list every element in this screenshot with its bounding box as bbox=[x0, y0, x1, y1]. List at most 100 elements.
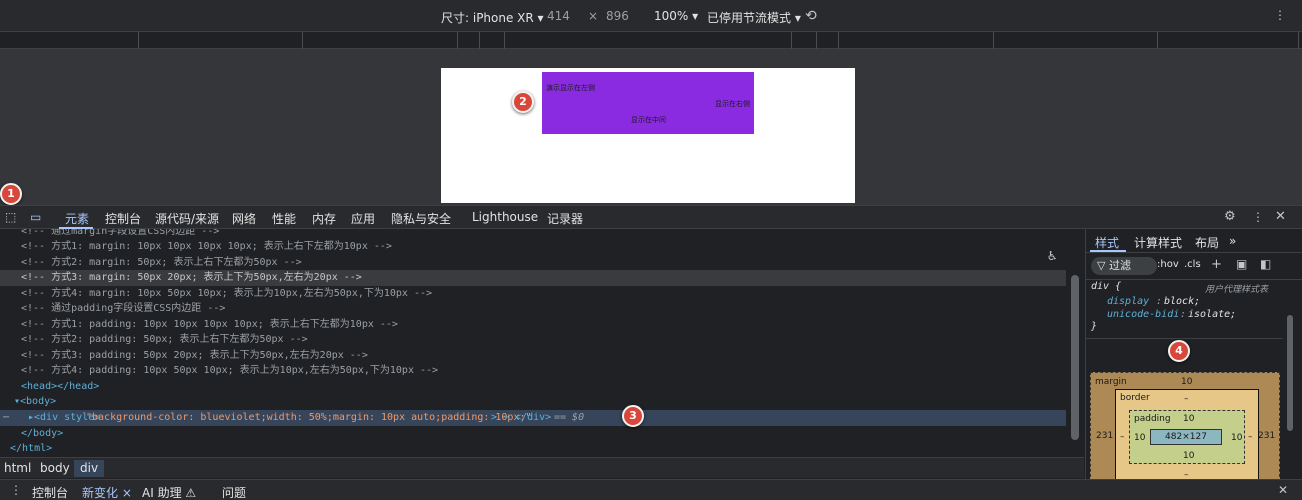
padding-left-value[interactable]: 10 bbox=[1134, 433, 1145, 443]
code-comment[interactable]: <!-- 通过padding字段设置CSS内边距 --> bbox=[21, 301, 225, 317]
code-comment[interactable]: <!-- 方式4: padding: 10px 50px 10px; 表示上为1… bbox=[21, 363, 438, 379]
divider bbox=[1086, 338, 1283, 339]
settings-gear-icon[interactable]: ⚙ bbox=[1224, 209, 1236, 224]
sidebar-toggle-icon[interactable]: ◧ bbox=[1260, 257, 1271, 271]
prop-unicode-bidi-value[interactable]: isolate; bbox=[1188, 309, 1236, 320]
tab-application[interactable]: 应用 bbox=[351, 210, 375, 227]
inspect-element-icon[interactable]: ⬚ bbox=[5, 210, 16, 224]
box-model-margin[interactable]: margin 10 231 231 border – – – – padding… bbox=[1090, 372, 1280, 479]
code-comment[interactable]: <!-- 方式2: margin: 50px; 表示上右下左都为50px --> bbox=[21, 255, 302, 271]
media-query-bar[interactable] bbox=[0, 32, 1302, 49]
media-segment[interactable] bbox=[504, 32, 505, 49]
device-dimensions-dropdown[interactable]: 尺寸: iPhone XR ▾ bbox=[441, 9, 544, 26]
breadcrumb-div[interactable]: div bbox=[74, 460, 105, 477]
cls-toggle[interactable]: .cls bbox=[1184, 259, 1201, 270]
ellipsis-icon[interactable]: ⋯ bbox=[3, 410, 9, 426]
box-model-padding[interactable]: padding 10 10 10 10 482×127 bbox=[1129, 410, 1245, 464]
drawer-close-icon[interactable]: ✕ bbox=[1278, 483, 1288, 497]
body-node[interactable]: ▾<body> bbox=[14, 394, 56, 410]
tab-more[interactable]: » bbox=[1229, 234, 1236, 248]
tab-styles[interactable]: 样式 bbox=[1095, 234, 1119, 251]
tab-memory[interactable]: 内存 bbox=[312, 210, 336, 227]
colon: : bbox=[1180, 309, 1187, 320]
tab-sources[interactable]: 源代码/来源 bbox=[155, 210, 219, 227]
tab-network[interactable]: 网络 bbox=[232, 210, 256, 227]
tab-elements[interactable]: 元素 bbox=[65, 210, 89, 227]
paint-icon[interactable]: ▣ bbox=[1236, 257, 1247, 271]
breadcrumb-body[interactable]: body bbox=[40, 461, 70, 475]
html-close[interactable]: </html> bbox=[10, 441, 52, 457]
prop-display-value[interactable]: block; bbox=[1164, 296, 1200, 307]
hov-toggle[interactable]: :hov bbox=[1157, 259, 1179, 270]
prop-display-name[interactable]: display bbox=[1107, 296, 1149, 307]
breadcrumb-html[interactable]: html bbox=[4, 461, 31, 475]
media-segment[interactable] bbox=[479, 32, 480, 49]
padding-bottom-value[interactable]: 10 bbox=[1183, 451, 1194, 461]
center-text: 显示在中间 bbox=[631, 116, 666, 124]
media-segment[interactable] bbox=[302, 32, 303, 49]
badge-2: 2 bbox=[512, 91, 534, 113]
styles-pane: 样式 计算样式 布局 » ▽ 过滤 :hov .cls + ▣ ◧ div { … bbox=[1085, 229, 1302, 479]
media-segment[interactable] bbox=[457, 32, 458, 49]
media-segment[interactable] bbox=[791, 32, 792, 49]
device-toggle-icon[interactable]: ▭ bbox=[30, 210, 41, 224]
code-comment[interactable]: <!-- 方式1: padding: 10px 10px 10px 10px; … bbox=[21, 317, 398, 333]
code-comment[interactable]: <!-- 方式3: margin: 50px 20px; 表示上下为50px,左… bbox=[21, 270, 362, 286]
tab-recorder[interactable]: 记录器 bbox=[547, 210, 583, 227]
accessibility-icon[interactable]: ♿ bbox=[1048, 248, 1056, 264]
media-segment[interactable] bbox=[816, 32, 817, 49]
add-rule-icon[interactable]: + bbox=[1211, 257, 1222, 272]
code-comment[interactable]: <!-- 方式3: padding: 50px 20px; 表示上下为50px,… bbox=[21, 348, 368, 364]
more-menu-icon[interactable]: ⋮ bbox=[1252, 210, 1264, 224]
border-top-value[interactable]: – bbox=[1184, 394, 1189, 404]
border-left-value[interactable]: – bbox=[1120, 432, 1125, 442]
margin-right-value[interactable]: 231 bbox=[1258, 431, 1275, 441]
more-options-icon[interactable]: ⋮ bbox=[1274, 8, 1286, 22]
tab-lighthouse[interactable]: Lighthouse bbox=[472, 210, 538, 224]
code-comment[interactable]: <!-- 方式4: margin: 10px 50px 10px; 表示上为10… bbox=[21, 286, 432, 302]
body-close[interactable]: </body> bbox=[21, 426, 63, 442]
media-segment[interactable] bbox=[1157, 32, 1158, 49]
tab-computed[interactable]: 计算样式 bbox=[1134, 234, 1182, 251]
throttle-dropdown[interactable]: 已停用节流模式 ▾ bbox=[707, 9, 801, 26]
tab-privacy-security[interactable]: 隐私与安全 bbox=[391, 210, 451, 227]
media-segment[interactable] bbox=[1298, 32, 1299, 49]
div-node-close[interactable]: > ⋯ </div> bbox=[491, 410, 551, 426]
margin-top-value[interactable]: 10 bbox=[1181, 377, 1192, 387]
filter-input[interactable]: ▽ 过滤 bbox=[1091, 257, 1157, 275]
border-bottom-value[interactable]: – bbox=[1184, 470, 1189, 479]
padding-top-value[interactable]: 10 bbox=[1183, 414, 1194, 424]
head-node[interactable]: <head></head> bbox=[21, 379, 99, 395]
media-segment[interactable] bbox=[993, 32, 994, 49]
tab-performance[interactable]: 性能 bbox=[272, 210, 296, 227]
box-model-border[interactable]: border – – – – padding 10 10 10 10 482×1… bbox=[1115, 389, 1259, 479]
close-icon[interactable]: ✕ bbox=[1275, 209, 1286, 224]
code-comment[interactable]: <!-- 方式2: padding: 50px; 表示上右下左都为50px --… bbox=[21, 332, 308, 348]
drawer-menu-icon[interactable]: ⋮ bbox=[10, 483, 22, 497]
prop-unicode-bidi-name[interactable]: unicode-bidi bbox=[1107, 309, 1179, 320]
code-comment[interactable]: <!-- 方式1: margin: 10px 10px 10px 10px; 表… bbox=[21, 239, 392, 255]
box-model-content[interactable]: 482×127 bbox=[1150, 429, 1222, 445]
zoom-dropdown[interactable]: 100% ▾ bbox=[654, 9, 698, 23]
css-selector[interactable]: div { bbox=[1091, 281, 1121, 292]
tab-console[interactable]: 控制台 bbox=[105, 210, 141, 227]
elements-scrollbar[interactable] bbox=[1071, 275, 1079, 440]
div-style-attr[interactable]: "background-color: blueviolet;width: 50%… bbox=[86, 410, 532, 426]
margin-left-value[interactable]: 231 bbox=[1096, 431, 1113, 441]
styles-tab-indicator bbox=[1090, 250, 1126, 252]
padding-right-value[interactable]: 10 bbox=[1231, 433, 1242, 443]
tab-layout[interactable]: 布局 bbox=[1195, 234, 1219, 251]
rotate-icon[interactable]: ⟲ bbox=[805, 8, 817, 24]
drawer-tab-ai-assistant[interactable]: AI 助理 ⚠ bbox=[142, 484, 196, 500]
border-right-value[interactable]: – bbox=[1248, 432, 1253, 442]
elements-tree[interactable]: <!-- 通过margin字段设置CSS内边距 --> <!-- 方式1: ma… bbox=[0, 229, 1084, 457]
height-input[interactable]: 896 bbox=[606, 9, 629, 23]
drawer-tab-whats-new[interactable]: 新变化 × bbox=[82, 484, 132, 500]
media-segment[interactable] bbox=[838, 32, 839, 49]
width-input[interactable]: 414 bbox=[547, 9, 570, 23]
drawer-tab-console[interactable]: 控制台 bbox=[32, 484, 68, 500]
device-toolbar: 尺寸: iPhone XR ▾ 414 × 896 100% ▾ 已停用节流模式… bbox=[0, 0, 1302, 32]
styles-scrollbar[interactable] bbox=[1287, 315, 1293, 431]
media-segment[interactable] bbox=[138, 32, 139, 49]
drawer-tab-issues[interactable]: 问题 bbox=[222, 484, 246, 500]
